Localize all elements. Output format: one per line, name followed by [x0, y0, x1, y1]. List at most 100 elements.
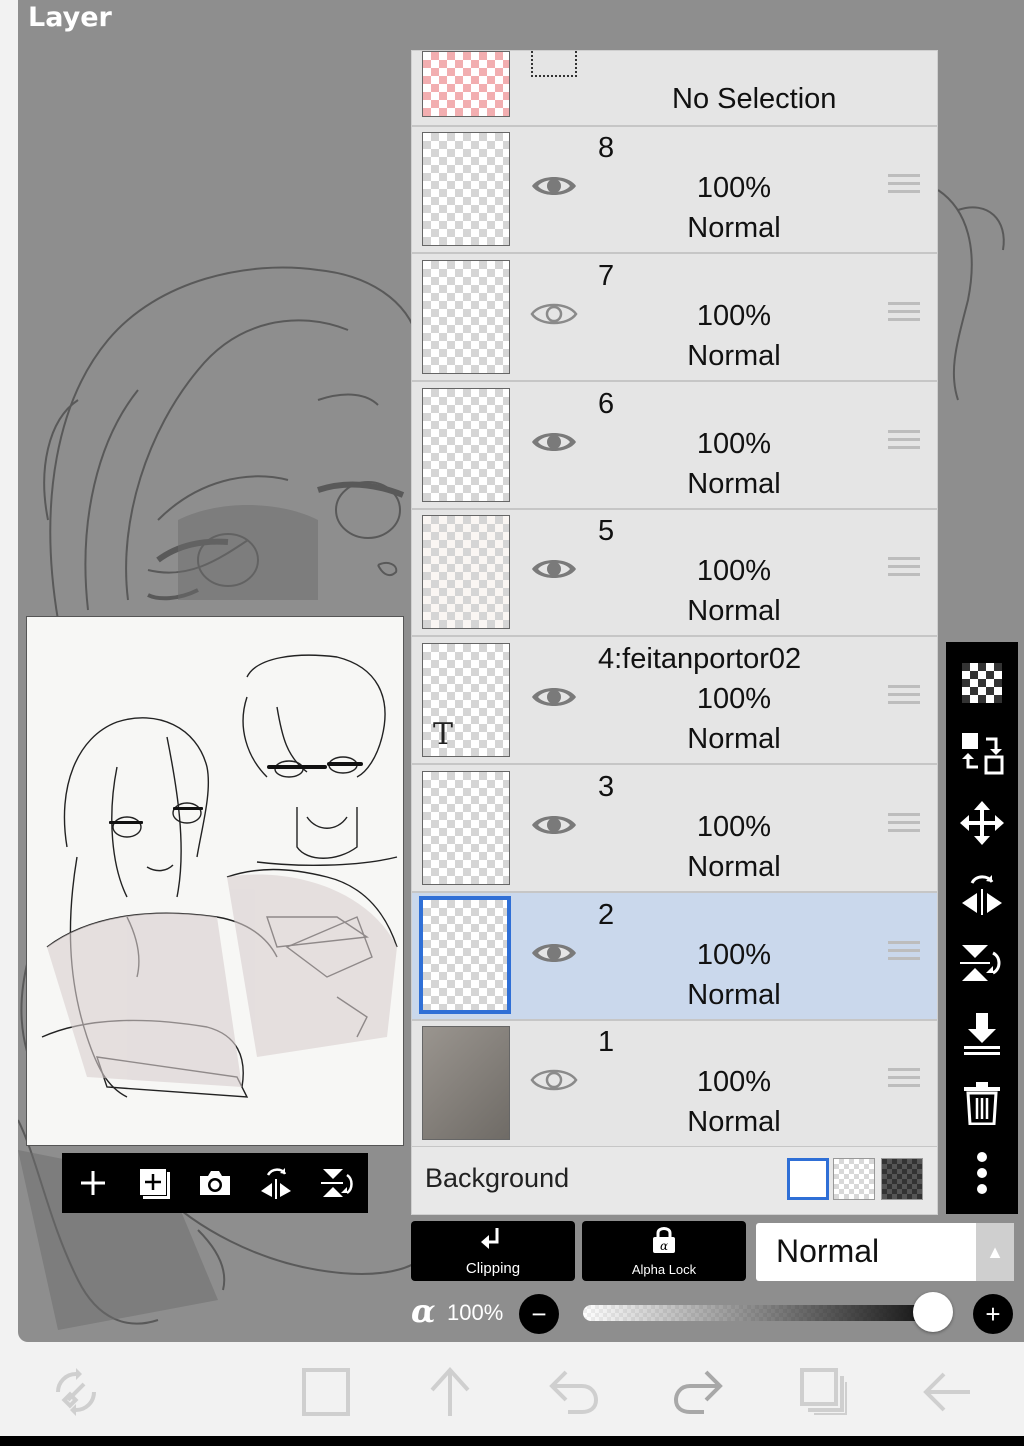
layer-blend-mode: Normal — [687, 212, 781, 244]
eye-icon[interactable] — [530, 679, 578, 715]
opacity-value: 100% — [447, 1300, 504, 1325]
layer-opacity: 100% — [696, 1066, 772, 1099]
opacity-row: α 100% − + — [411, 1292, 1021, 1336]
layer-blend-mode: Normal — [687, 850, 781, 883]
selection-layer-row[interactable]: No Selection — [412, 51, 937, 127]
layer-name: 6 — [598, 387, 615, 420]
layer-name: 1 — [598, 1026, 615, 1059]
background-checker-swatch[interactable] — [833, 1158, 875, 1200]
layer-opacity: 100% — [696, 683, 772, 715]
eye-icon[interactable] — [530, 807, 578, 843]
layer-name: 2 — [598, 898, 615, 931]
layer-blend-mode: Normal — [687, 978, 781, 1011]
layer-row[interactable]: 6 100% Normal — [412, 382, 937, 510]
brush-settings-icon[interactable] — [48, 1364, 104, 1420]
selection-label: No Selection — [672, 83, 837, 115]
layer-opacity: 100% — [696, 938, 772, 971]
eye-icon[interactable] — [530, 168, 578, 204]
flip-horizontal-icon[interactable] — [959, 870, 1005, 916]
bottom-navigation — [0, 1342, 1024, 1436]
layer-row[interactable]: 8 100% Normal — [412, 126, 937, 254]
left-edge-strip — [0, 0, 18, 1446]
selection-icon[interactable] — [298, 1364, 354, 1420]
drag-handle-icon[interactable] — [888, 301, 920, 328]
layer-blend-mode: Normal — [687, 467, 781, 500]
layer-thumbnail — [422, 259, 510, 374]
blend-mode-value: Normal — [776, 1233, 880, 1269]
redo-icon[interactable] — [670, 1364, 726, 1420]
drag-handle-icon[interactable] — [888, 940, 920, 967]
layer-opacity: 100% — [696, 299, 772, 332]
background-white-swatch[interactable] — [787, 1158, 829, 1200]
layer-row[interactable]: 1 100% Normal — [412, 1020, 937, 1149]
layer-row[interactable]: 7 100% Normal — [412, 254, 937, 382]
canvas-preview[interactable] — [26, 616, 404, 1146]
move-icon[interactable] — [959, 800, 1005, 846]
back-icon[interactable] — [918, 1364, 974, 1420]
page-title: Layer — [28, 2, 112, 33]
eye-icon[interactable] — [530, 424, 578, 460]
alpha-lock-button[interactable]: α Alpha Lock — [582, 1221, 746, 1281]
layer-thumbnail — [422, 770, 510, 885]
eye-icon[interactable] — [530, 935, 578, 971]
svg-text:α: α — [660, 1239, 668, 1253]
more-icon[interactable] — [959, 1150, 1005, 1196]
preview-toolbar — [62, 1153, 368, 1213]
flip-vertical-icon[interactable] — [315, 1161, 359, 1205]
opacity-increase-button[interactable]: + — [973, 1294, 1013, 1334]
drag-handle-icon[interactable] — [888, 557, 920, 583]
camera-icon[interactable] — [193, 1161, 237, 1205]
layer-thumbnail — [422, 132, 510, 246]
layer-panel: No Selection 8 100% Normal 7 100% Normal 6 100%… — [411, 50, 938, 1215]
layer-row[interactable]: T 4:feitanportor02 100% Normal — [412, 637, 937, 765]
eye-icon[interactable] — [530, 551, 578, 587]
drag-handle-icon[interactable] — [888, 429, 920, 456]
add-copy-icon[interactable] — [132, 1161, 176, 1205]
background-label: Background — [425, 1163, 570, 1193]
clipping-icon — [481, 1228, 499, 1249]
drag-handle-icon[interactable] — [888, 812, 920, 839]
layer-blend-mode: Normal — [687, 1106, 781, 1139]
export-icon[interactable] — [422, 1364, 478, 1420]
swap-icon[interactable] — [959, 730, 1005, 776]
eye-hidden-icon[interactable] — [530, 1062, 578, 1098]
opacity-decrease-button[interactable]: − — [519, 1294, 559, 1334]
layer-name: 3 — [598, 770, 615, 803]
drag-handle-icon[interactable] — [888, 685, 920, 711]
selection-marquee-icon — [531, 51, 577, 77]
drag-handle-icon[interactable] — [888, 1068, 920, 1094]
eye-hidden-icon[interactable] — [530, 296, 578, 332]
layer-thumbnail — [422, 387, 510, 502]
flip-vertical-icon[interactable] — [959, 940, 1005, 986]
blend-mode-select[interactable]: Normal ▲ — [756, 1223, 1014, 1281]
layer-thumbnail — [419, 895, 511, 1014]
add-layer-icon[interactable] — [71, 1161, 115, 1205]
layer-row[interactable]: 3 100% Normal — [412, 765, 937, 893]
trash-icon[interactable] — [959, 1080, 1005, 1126]
opacity-slider[interactable] — [583, 1305, 933, 1321]
layer-thumbnail — [422, 515, 510, 630]
layer-thumbnail — [422, 1026, 510, 1141]
layer-tools-toolbar — [946, 642, 1018, 1214]
undo-icon[interactable] — [546, 1364, 602, 1420]
layers-icon[interactable] — [796, 1364, 852, 1420]
chevron-up-icon: ▲ — [976, 1223, 1014, 1281]
layer-name: 8 — [598, 132, 615, 164]
lock-icon: α — [653, 1227, 675, 1253]
selection-thumbnail — [422, 51, 510, 117]
drag-handle-icon[interactable] — [888, 174, 920, 200]
background-dark-swatch[interactable] — [881, 1158, 923, 1200]
alpha-lock-label: Alpha Lock — [631, 1262, 697, 1277]
layer-row[interactable]: 5 100% Normal — [412, 509, 937, 638]
transparency-icon[interactable] — [959, 660, 1005, 706]
layer-row[interactable]: 2 100% Normal — [412, 892, 937, 1021]
layer-name: 7 — [598, 259, 615, 292]
merge-down-icon[interactable] — [959, 1010, 1005, 1056]
preview-artwork — [41, 654, 398, 1098]
layer-opacity: 100% — [696, 427, 772, 460]
clipping-label: Clipping — [465, 1260, 521, 1277]
clipping-button[interactable]: Clipping — [411, 1221, 575, 1281]
layer-opacity: 100% — [696, 172, 772, 204]
flip-horizontal-icon[interactable] — [254, 1161, 298, 1205]
opacity-slider-handle[interactable] — [913, 1292, 953, 1332]
